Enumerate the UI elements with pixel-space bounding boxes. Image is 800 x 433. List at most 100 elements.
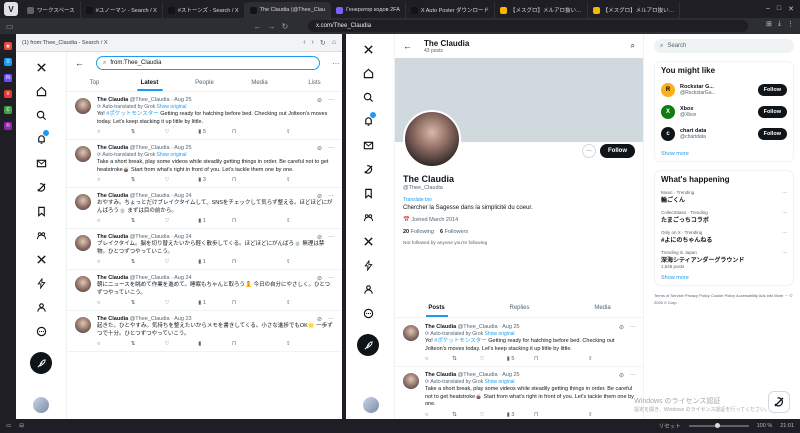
followers-link[interactable]: 6 Followers [440, 229, 468, 235]
tweet-author-name[interactable]: The Claudia [97, 193, 128, 199]
trend-item[interactable]: Only on X · Trending #よにのちゃんねる ··· [661, 230, 787, 244]
reply-icon[interactable]: ○ [425, 356, 452, 362]
grok-icon[interactable]: ⊘ [317, 145, 322, 152]
suggestion-follow-button[interactable]: Follow [757, 84, 787, 96]
browser-tab[interactable]: X Auto Poster ダウンロード [406, 2, 496, 18]
grok-icon[interactable]: ⊘ [619, 324, 624, 331]
panel-back-icon[interactable]: ‹ [303, 39, 305, 47]
following-link[interactable]: 20 Following [403, 229, 434, 235]
show-original-link[interactable]: Show original [485, 331, 515, 337]
address-bar[interactable]: x.com/Thee_Claudia [308, 20, 748, 32]
nav-x-logo[interactable] [359, 40, 377, 58]
tweet-avatar[interactable] [75, 98, 91, 114]
browser-tab[interactable]: #ストーンズ - Search / X [163, 2, 245, 18]
suggestion-row[interactable]: R Rockstar G... @RockstarGa... Follow [661, 79, 787, 101]
widget-search-input[interactable]: ⌕ Search [654, 39, 794, 53]
share-icon[interactable]: ⇪ [286, 259, 334, 265]
bookmark-icon[interactable]: ⊓ [232, 259, 280, 265]
mastodon-icon[interactable]: m [4, 74, 12, 82]
nav-more-circle[interactable] [359, 304, 377, 322]
browser-tab[interactable]: ワークスペース [22, 2, 81, 18]
grok-icon[interactable]: ⊘ [619, 372, 624, 379]
tweet-avatar[interactable] [75, 194, 91, 210]
reply-icon[interactable]: ○ [97, 341, 131, 347]
more-icon[interactable]: ··· [630, 372, 636, 378]
share-icon[interactable]: ⇪ [286, 218, 334, 224]
vivaldi-icon[interactable]: v [4, 90, 12, 98]
panel-toggle-icon[interactable]: ▭ [6, 22, 14, 31]
tab-lists[interactable]: Lists [287, 74, 342, 91]
nav-premium[interactable] [359, 232, 377, 250]
bookmark-icon[interactable]: ⊓ [534, 356, 582, 362]
nav-communities[interactable] [359, 208, 377, 226]
maximize-icon[interactable]: □ [777, 5, 781, 13]
nav-bookmarks[interactable] [32, 202, 50, 220]
reply-icon[interactable]: ○ [97, 218, 131, 224]
tweet[interactable]: The Claudia @Thee_Claudia · Aug 25 ⊘ ··· ⟳ … [395, 319, 644, 367]
reload-icon[interactable]: ↻ [282, 22, 289, 31]
reply-icon[interactable]: ○ [97, 300, 131, 306]
suggestion-row[interactable]: X Xbox @Xbox Follow [661, 101, 787, 123]
more-icon[interactable]: ··· [332, 59, 340, 68]
hashtag-link[interactable]: #ポケットモンスター [434, 338, 486, 344]
bookmark-icon[interactable]: ⊓ [232, 341, 280, 347]
bookmark-icon[interactable]: ⊓ [232, 177, 280, 183]
browser-tab[interactable]: Генератор кодов 2FA [331, 2, 406, 18]
tab-latest[interactable]: Latest [122, 74, 177, 91]
views-button[interactable]: ▮ 3 [198, 177, 232, 183]
tweet[interactable]: The Claudia @Thee_Claudia · Aug 24 ⊘ ··· おや… [67, 188, 342, 229]
footer-links[interactable]: Terms of Service Privacy Policy Cookie P… [654, 292, 794, 306]
extension-icon[interactable]: ⊞ [766, 20, 772, 28]
retweet-icon[interactable]: ⇅ [131, 300, 165, 306]
search-icon[interactable]: ⌕ [631, 41, 635, 51]
trend-item[interactable]: Music · Trending 輪ごくん ··· [661, 190, 787, 204]
tab-media[interactable]: Media [561, 298, 644, 317]
share-icon[interactable]: ⇪ [286, 129, 334, 135]
tweet-author-name[interactable]: The Claudia [97, 97, 128, 103]
tweet-date[interactable]: · Aug 23 [171, 316, 192, 322]
reply-icon[interactable]: ○ [97, 129, 131, 135]
grok-button[interactable] [768, 391, 790, 413]
translate-bio-link[interactable]: Translate bio [403, 197, 637, 203]
tweet-handle[interactable]: @Thee_Claudia [130, 145, 170, 151]
tweet-handle[interactable]: @Thee_Claudia [458, 324, 498, 330]
nav-explore[interactable] [359, 88, 377, 106]
profile-avatar[interactable] [403, 110, 461, 168]
tweet-handle[interactable]: @Thee_Claudia [130, 97, 170, 103]
show-more-trends-link[interactable]: Show more [661, 275, 787, 281]
nav-bookmarks[interactable] [359, 184, 377, 202]
bookmark-icon[interactable]: ⊓ [232, 218, 280, 224]
tweet-date[interactable]: · Aug 25 [499, 324, 520, 330]
retweet-icon[interactable]: ⇅ [131, 129, 165, 135]
menu-icon[interactable]: ⋮ [787, 20, 794, 28]
tweet-author-name[interactable]: The Claudia [97, 316, 128, 322]
more-icon[interactable]: ··· [328, 316, 334, 322]
views-button[interactable]: ▮ 5 [198, 129, 232, 135]
back-arrow-icon[interactable]: ← [75, 58, 84, 68]
nav-x-logo[interactable] [32, 58, 50, 76]
reading-list-icon[interactable]: ≡ [4, 58, 12, 66]
views-button[interactable]: ▮ 5 [507, 356, 534, 362]
nav-premium[interactable] [32, 250, 50, 268]
tweet-author-name[interactable]: The Claudia [97, 234, 128, 240]
tweet-handle[interactable]: @Thee_Claudia [130, 234, 170, 240]
grok-icon[interactable]: ⊘ [317, 316, 322, 323]
views-button[interactable]: ▮ 1 [198, 300, 232, 306]
close-icon[interactable]: ✕ [788, 5, 794, 13]
like-icon[interactable]: ♡ [165, 129, 199, 135]
show-original-link[interactable]: Show original [157, 152, 187, 158]
tweet[interactable]: The Claudia @Thee_Claudia · Aug 24 ⊘ ··· 朝に… [67, 270, 342, 311]
back-arrow-icon[interactable]: ← [403, 41, 412, 51]
tweet[interactable]: The Claudia @Thee_Claudia · Aug 24 ⊘ ··· ブレ… [67, 229, 342, 270]
share-icon[interactable]: ⇪ [286, 341, 334, 347]
tweet-author-name[interactable]: The Claudia [97, 275, 128, 281]
trend-more-icon[interactable]: ··· [782, 190, 787, 196]
notes-icon[interactable]: n [4, 122, 12, 130]
bookmark-icon[interactable]: ⊓ [232, 300, 280, 306]
nav-verified-orgs[interactable] [32, 274, 50, 292]
tweet[interactable]: The Claudia @Thee_Claudia · Aug 25 ⊘ ··· ⟳ … [395, 367, 644, 419]
tab-posts[interactable]: Posts [395, 298, 478, 317]
like-icon[interactable]: ♡ [165, 300, 199, 306]
like-icon[interactable]: ♡ [165, 218, 199, 224]
panel-home-icon[interactable]: ⌂ [332, 39, 336, 47]
